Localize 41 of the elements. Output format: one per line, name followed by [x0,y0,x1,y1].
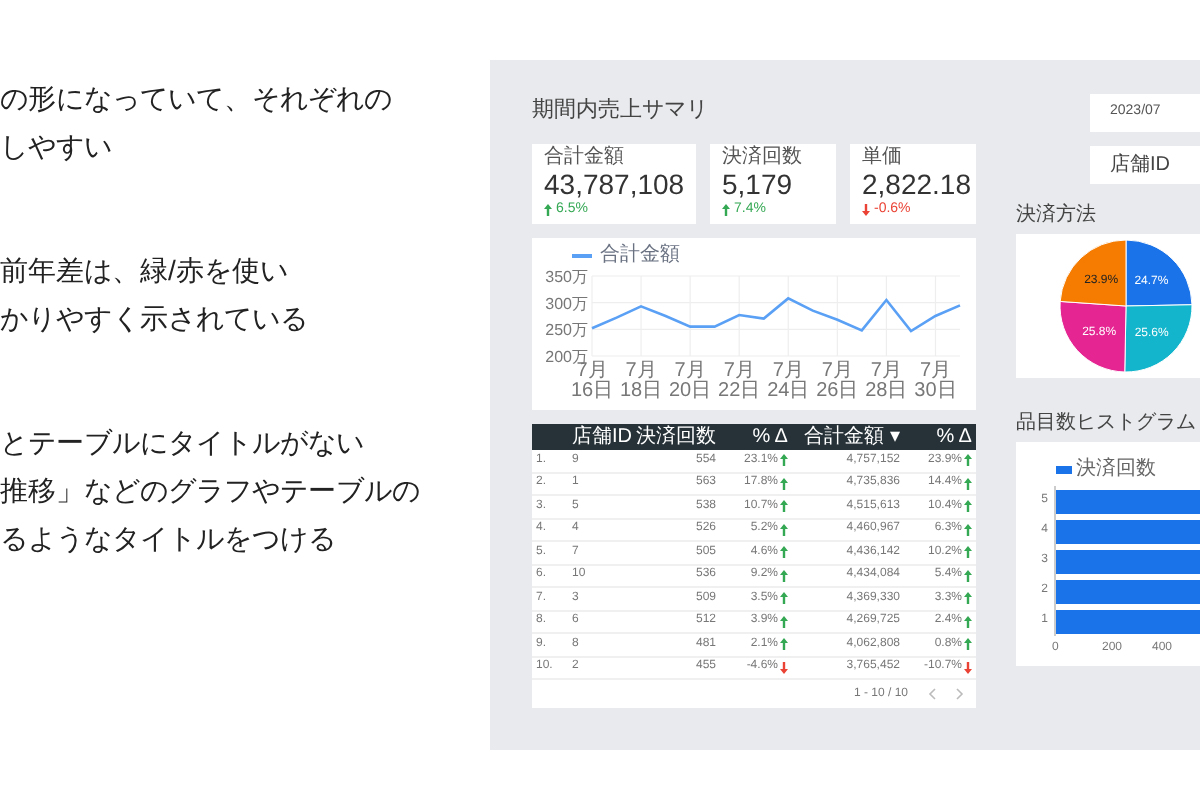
kpi-label: 単価 [862,146,904,168]
legend-swatch-icon [1056,465,1072,473]
legend-label: 決済回数 [1076,458,1156,480]
column-header[interactable]: 決済回数 [636,426,716,448]
note-line: 前年差は、緑/赤を使い [0,252,290,288]
column-header[interactable]: 合計金額 ▾ [792,426,900,448]
x-tick-label: 7月22日 [718,360,761,402]
x-tick-label: 7月30日 [914,360,957,402]
x-tick-label: 7月26日 [816,360,859,402]
x-tick-label: 7月18日 [619,360,663,402]
kpi-value: 43,787,108 [544,168,684,202]
note-line: とテーブルにタイトルがない [0,424,366,460]
chart-title: 品目数ヒストグラム [1016,412,1198,436]
y-tick-label: 250万 [545,321,588,340]
pie-slice [1059,300,1127,373]
note-line: 推移」などのグラフやテーブルの [0,472,422,508]
column-header[interactable]: % Δ [904,426,972,448]
x-tick-label: 7月28日 [865,360,908,402]
note-line: の形になっていて、それぞれの [0,80,394,116]
y-tick-label: 300万 [545,294,588,313]
pie-slice [1059,239,1127,307]
kpi-label: 決済回数 [722,146,804,168]
column-header[interactable]: 店舗ID [572,426,632,448]
chart-title: 決済方法 [1016,204,1098,228]
store-filter-field[interactable]: 店舗ID [1090,146,1200,184]
note-line: かりやすく示されている [0,300,310,336]
legend-label: 合計金額 [600,246,680,266]
next-page-icon[interactable] [956,688,964,700]
x-tick-label: 7月24日 [767,360,810,402]
column-header[interactable]: % Δ [720,426,788,448]
previous-page-icon[interactable] [928,688,936,700]
note-line: しやすい [0,128,114,164]
note-line: るようなタイトルをつける [0,520,338,556]
x-tick-label: 7月20日 [669,360,712,402]
kpi-label: 合計金額 [544,146,626,168]
pie-slice [1125,239,1193,307]
kpi-value: 5,179 [722,168,795,202]
y-tick-label: 200万 [545,348,588,366]
report-title: 期間内売上サマリ [532,96,710,124]
y-tick-label: 350万 [545,268,588,286]
pie-slice [1124,304,1193,373]
